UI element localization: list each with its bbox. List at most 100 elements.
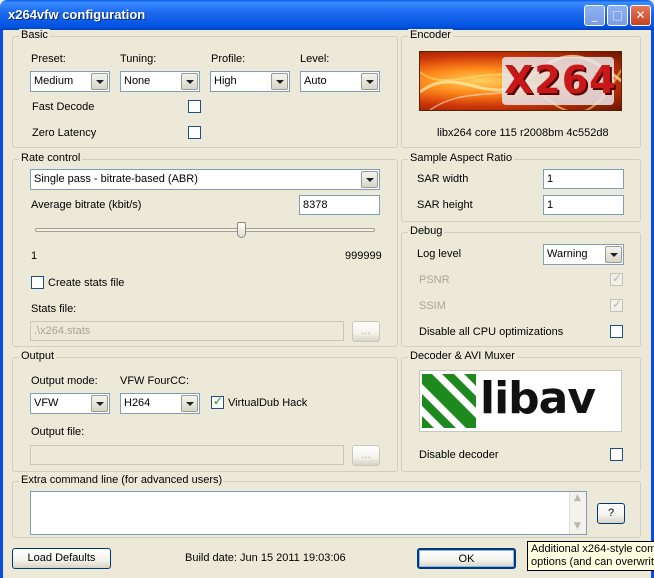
tooltip-line-2: options (and can overwrite <box>531 556 654 568</box>
sar-width-value: 1 <box>547 173 554 185</box>
checkmark-icon: ✓ <box>612 271 623 285</box>
libav-logo-text: libav <box>480 373 596 424</box>
extra-cmdline-group-label: Extra command line (for advanced users) <box>19 474 225 486</box>
encoder-version: libx264 core 115 r2008bm 4c552d8 <box>437 127 609 139</box>
minimize-icon[interactable]: _ <box>584 5 605 26</box>
disable-decoder-label: Disable decoder <box>419 449 499 461</box>
disable-cpu-label: Disable all CPU optimizations <box>419 326 564 338</box>
profile-label: Profile: <box>211 53 246 65</box>
tuning-label: Tuning: <box>120 53 157 65</box>
stats-file-label: Stats file: <box>31 303 77 315</box>
scroll-down-icon[interactable]: ▼ <box>574 521 581 531</box>
rate-control-group-label: Rate control <box>19 152 83 164</box>
slider-max-label: 999999 <box>345 250 382 262</box>
fourcc-select[interactable]: H264 <box>120 393 200 414</box>
stats-file-value: .\x264.stats <box>34 325 91 337</box>
sar-width-label: SAR width <box>417 173 469 185</box>
fast-decode-checkbox[interactable] <box>188 100 201 113</box>
zero-latency-checkbox[interactable] <box>188 126 201 139</box>
decoder-group-label: Decoder & AVI Muxer <box>408 350 517 362</box>
sar-height-label: SAR height <box>417 199 473 211</box>
x264-logo: X264 <box>419 51 622 111</box>
extra-cmdline-help-button[interactable]: ? <box>597 503 625 524</box>
ok-button[interactable]: OK <box>417 548 516 569</box>
preset-label: Preset: <box>31 53 66 65</box>
output-file-browse-button[interactable]: ... <box>352 445 380 466</box>
disable-cpu-checkbox[interactable] <box>610 325 623 338</box>
slider-min-label: 1 <box>31 250 38 262</box>
logo-text: X264 <box>504 58 617 102</box>
stats-file-browse-button[interactable]: ... <box>352 321 380 342</box>
rate-mode-select[interactable]: Single pass - bitrate-based (ABR) <box>30 169 380 190</box>
output-mode-value: VFW <box>34 397 59 409</box>
log-level-select[interactable]: Warning <box>543 244 624 265</box>
fourcc-value: H264 <box>124 397 151 409</box>
debug-group-label: Debug <box>408 225 445 237</box>
tuning-select[interactable]: None <box>120 71 200 92</box>
level-select[interactable]: Auto <box>300 71 380 92</box>
stats-file-input[interactable]: .\x264.stats <box>30 321 344 341</box>
bitrate-input[interactable]: 8378 <box>299 195 380 215</box>
preset-value: Medium <box>34 75 74 87</box>
tooltip-line-1: Additional x264-style comm <box>531 543 654 555</box>
chevron-down-icon[interactable] <box>361 171 378 188</box>
output-file-input[interactable] <box>30 445 344 465</box>
title-bar[interactable]: x264vfw configuration _ □ ✕ <box>0 0 654 30</box>
window-title: x264vfw configuration <box>8 7 146 22</box>
chevron-down-icon[interactable] <box>361 73 378 90</box>
output-mode-select[interactable]: VFW <box>30 393 110 414</box>
create-stats-checkbox[interactable] <box>31 276 44 289</box>
close-icon[interactable]: ✕ <box>630 5 651 26</box>
zero-latency-label: Zero Latency <box>32 127 97 139</box>
create-stats-label: Create stats file <box>48 277 125 289</box>
virtualdub-hack-label: VirtualDub Hack <box>228 397 308 409</box>
log-level-value: Warning <box>547 248 588 260</box>
load-defaults-button[interactable]: Load Defaults <box>12 548 111 569</box>
libav-logo: libav <box>419 370 622 432</box>
virtualdub-hack-checkbox[interactable]: ✓ <box>211 394 224 409</box>
profile-value: High <box>214 75 237 87</box>
build-date: Build date: Jun 15 2011 19:03:06 <box>185 552 346 564</box>
tuning-value: None <box>124 75 151 87</box>
ssim-label: SSIM <box>419 300 446 312</box>
checkmark-icon: ✓ <box>612 297 623 311</box>
output-file-label: Output file: <box>31 426 85 438</box>
sar-height-value: 1 <box>547 199 554 211</box>
extra-cmdline-textarea[interactable]: ▲ ▼ <box>30 491 587 535</box>
preset-select[interactable]: Medium <box>30 71 110 92</box>
log-level-label: Log level <box>417 248 462 260</box>
bitrate-slider-track[interactable] <box>35 228 375 232</box>
window-frame-left <box>0 30 3 578</box>
sar-width-input[interactable]: 1 <box>543 169 624 189</box>
checkmark-icon: ✓ <box>213 394 224 408</box>
libav-stripes-icon <box>422 374 476 428</box>
chevron-down-icon[interactable] <box>605 246 622 263</box>
level-value: Auto <box>304 75 327 87</box>
psnr-checkbox[interactable]: ✓ <box>610 271 623 286</box>
profile-select[interactable]: High <box>210 71 290 92</box>
scroll-up-icon[interactable]: ▲ <box>574 493 581 503</box>
chevron-down-icon[interactable] <box>91 395 108 412</box>
output-group-label: Output <box>19 350 57 362</box>
chevron-down-icon[interactable] <box>91 73 108 90</box>
bitrate-label: Average bitrate (kbit/s) <box>31 199 142 211</box>
sar-height-input[interactable]: 1 <box>543 195 624 215</box>
extra-cmdline-tooltip: Additional x264-style comm options (and … <box>527 541 654 571</box>
maximize-icon[interactable]: □ <box>607 5 628 26</box>
fourcc-label: VFW FourCC: <box>120 375 190 387</box>
output-mode-label: Output mode: <box>31 375 98 387</box>
disable-decoder-checkbox[interactable] <box>610 448 623 461</box>
ssim-checkbox[interactable]: ✓ <box>610 297 623 312</box>
psnr-label: PSNR <box>419 274 450 286</box>
chevron-down-icon[interactable] <box>181 395 198 412</box>
rate-mode-value: Single pass - bitrate-based (ABR) <box>34 173 198 185</box>
chevron-down-icon[interactable] <box>181 73 198 90</box>
level-label: Level: <box>300 53 330 65</box>
bitrate-slider-thumb[interactable] <box>237 222 246 238</box>
sar-group-label: Sample Aspect Ratio <box>408 152 515 164</box>
fast-decode-label: Fast Decode <box>32 101 95 113</box>
bitrate-value: 8378 <box>303 199 328 211</box>
extra-cmdline-scrollbar[interactable]: ▲ ▼ <box>569 492 586 534</box>
encoder-group-label: Encoder <box>408 29 453 41</box>
chevron-down-icon[interactable] <box>271 73 288 90</box>
